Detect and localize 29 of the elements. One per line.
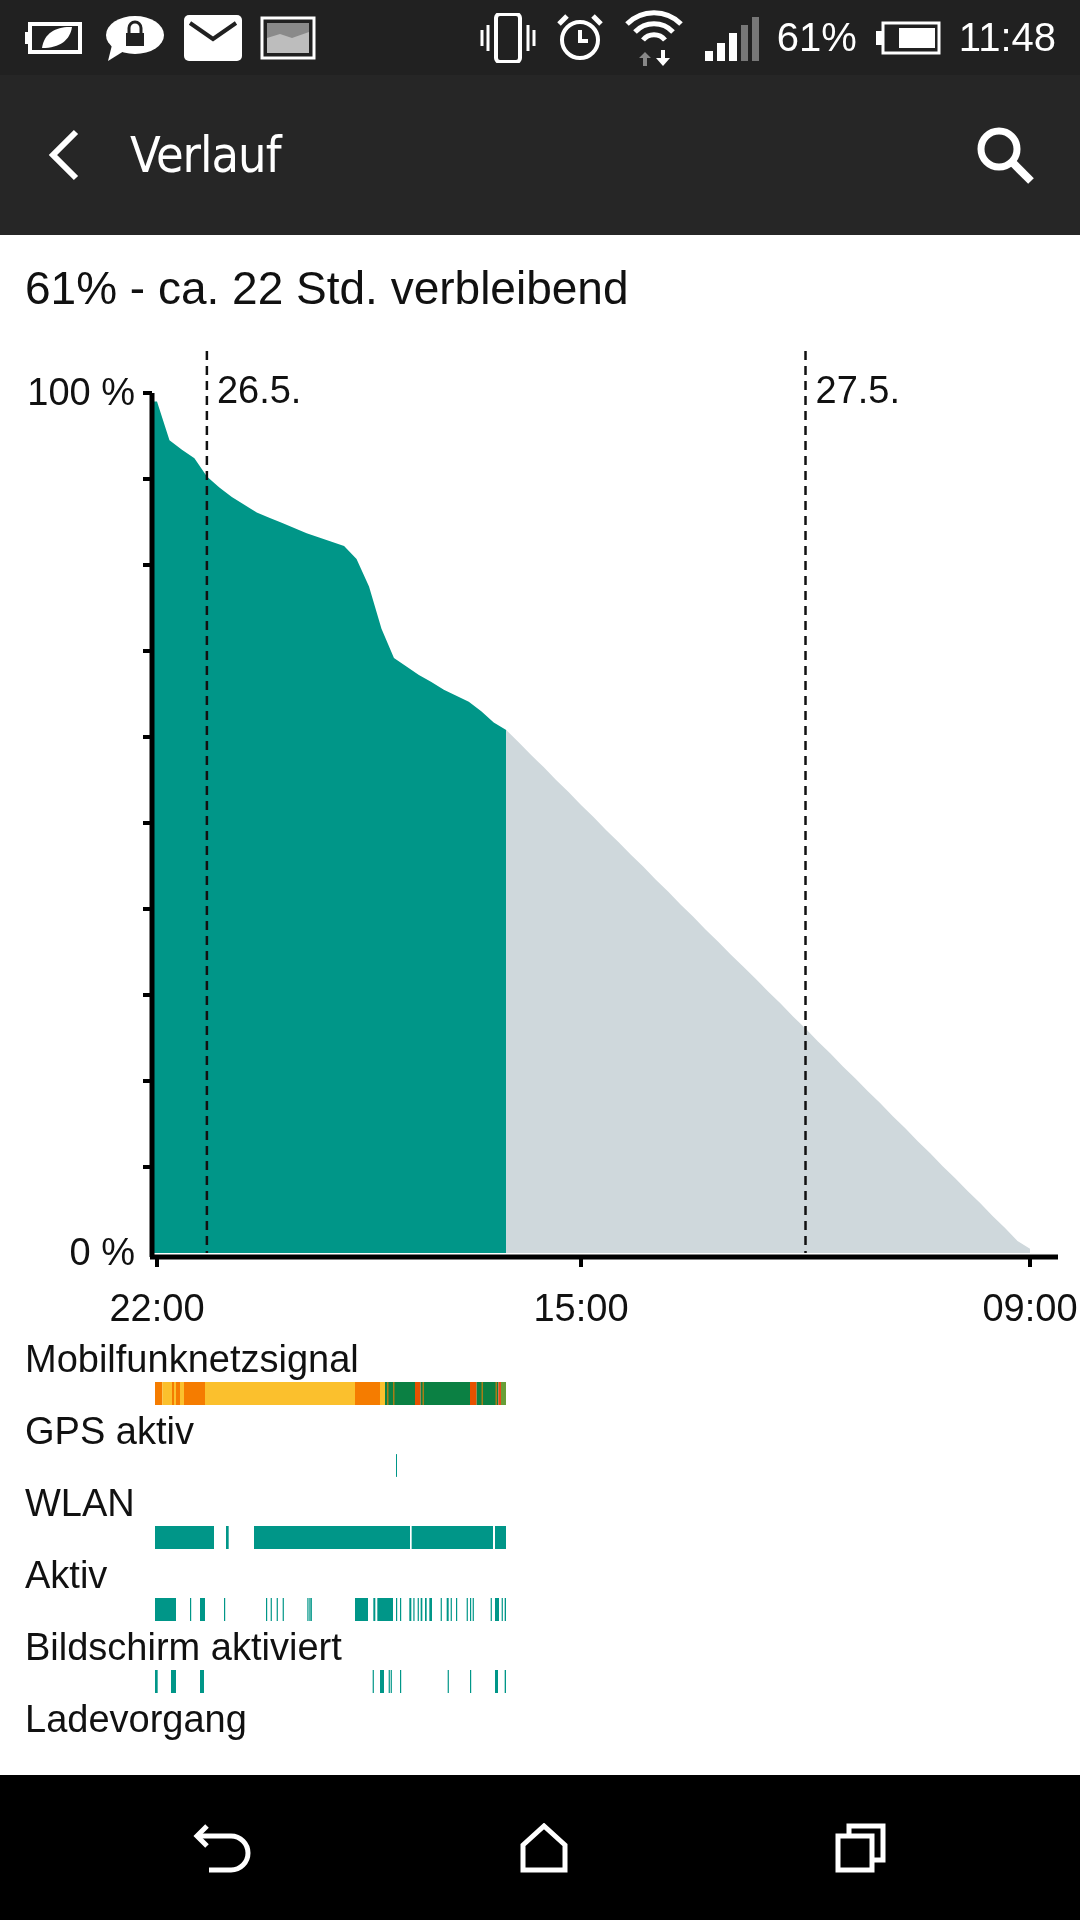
axis-label: 22:00 bbox=[109, 1287, 205, 1329]
axis-label: 09:00 bbox=[982, 1287, 1078, 1329]
track-label: GPS aktiv bbox=[25, 1409, 195, 1454]
recent-apps-button[interactable] bbox=[835, 1821, 887, 1874]
back-button[interactable] bbox=[46, 128, 80, 182]
track-label: Ladevorgang bbox=[25, 1697, 248, 1742]
battery-percentage: 61% bbox=[776, 15, 857, 60]
battery-icon bbox=[874, 19, 941, 56]
axis-label: 0 % bbox=[69, 1231, 135, 1273]
axis-label: 100 % bbox=[27, 371, 135, 413]
home-button[interactable] bbox=[519, 1822, 569, 1873]
back-nav-button[interactable] bbox=[193, 1821, 253, 1874]
wifi-icon bbox=[622, 9, 685, 66]
clock-time: 11:48 bbox=[958, 15, 1056, 60]
date-label: 27.5. bbox=[815, 369, 901, 411]
track-label: Aktiv bbox=[25, 1553, 109, 1598]
lock-message-icon bbox=[104, 14, 166, 61]
battery-summary: 61% - ca. 22 Std. verbleibend bbox=[24, 261, 630, 316]
axis-label: 15:00 bbox=[533, 1287, 629, 1329]
track-label: WLAN bbox=[25, 1481, 136, 1526]
track-label: Mobilfunknetzsignal bbox=[25, 1337, 360, 1382]
date-label: 26.5. bbox=[216, 369, 302, 411]
signal-icon bbox=[702, 14, 759, 61]
screen-title: Verlauf bbox=[130, 126, 281, 184]
track-label: Bildschirm aktiviert bbox=[25, 1625, 343, 1670]
vibrate-icon bbox=[478, 12, 537, 63]
image-icon bbox=[260, 15, 316, 60]
activity-strip bbox=[396, 1454, 398, 1477]
mail-icon bbox=[184, 14, 242, 61]
